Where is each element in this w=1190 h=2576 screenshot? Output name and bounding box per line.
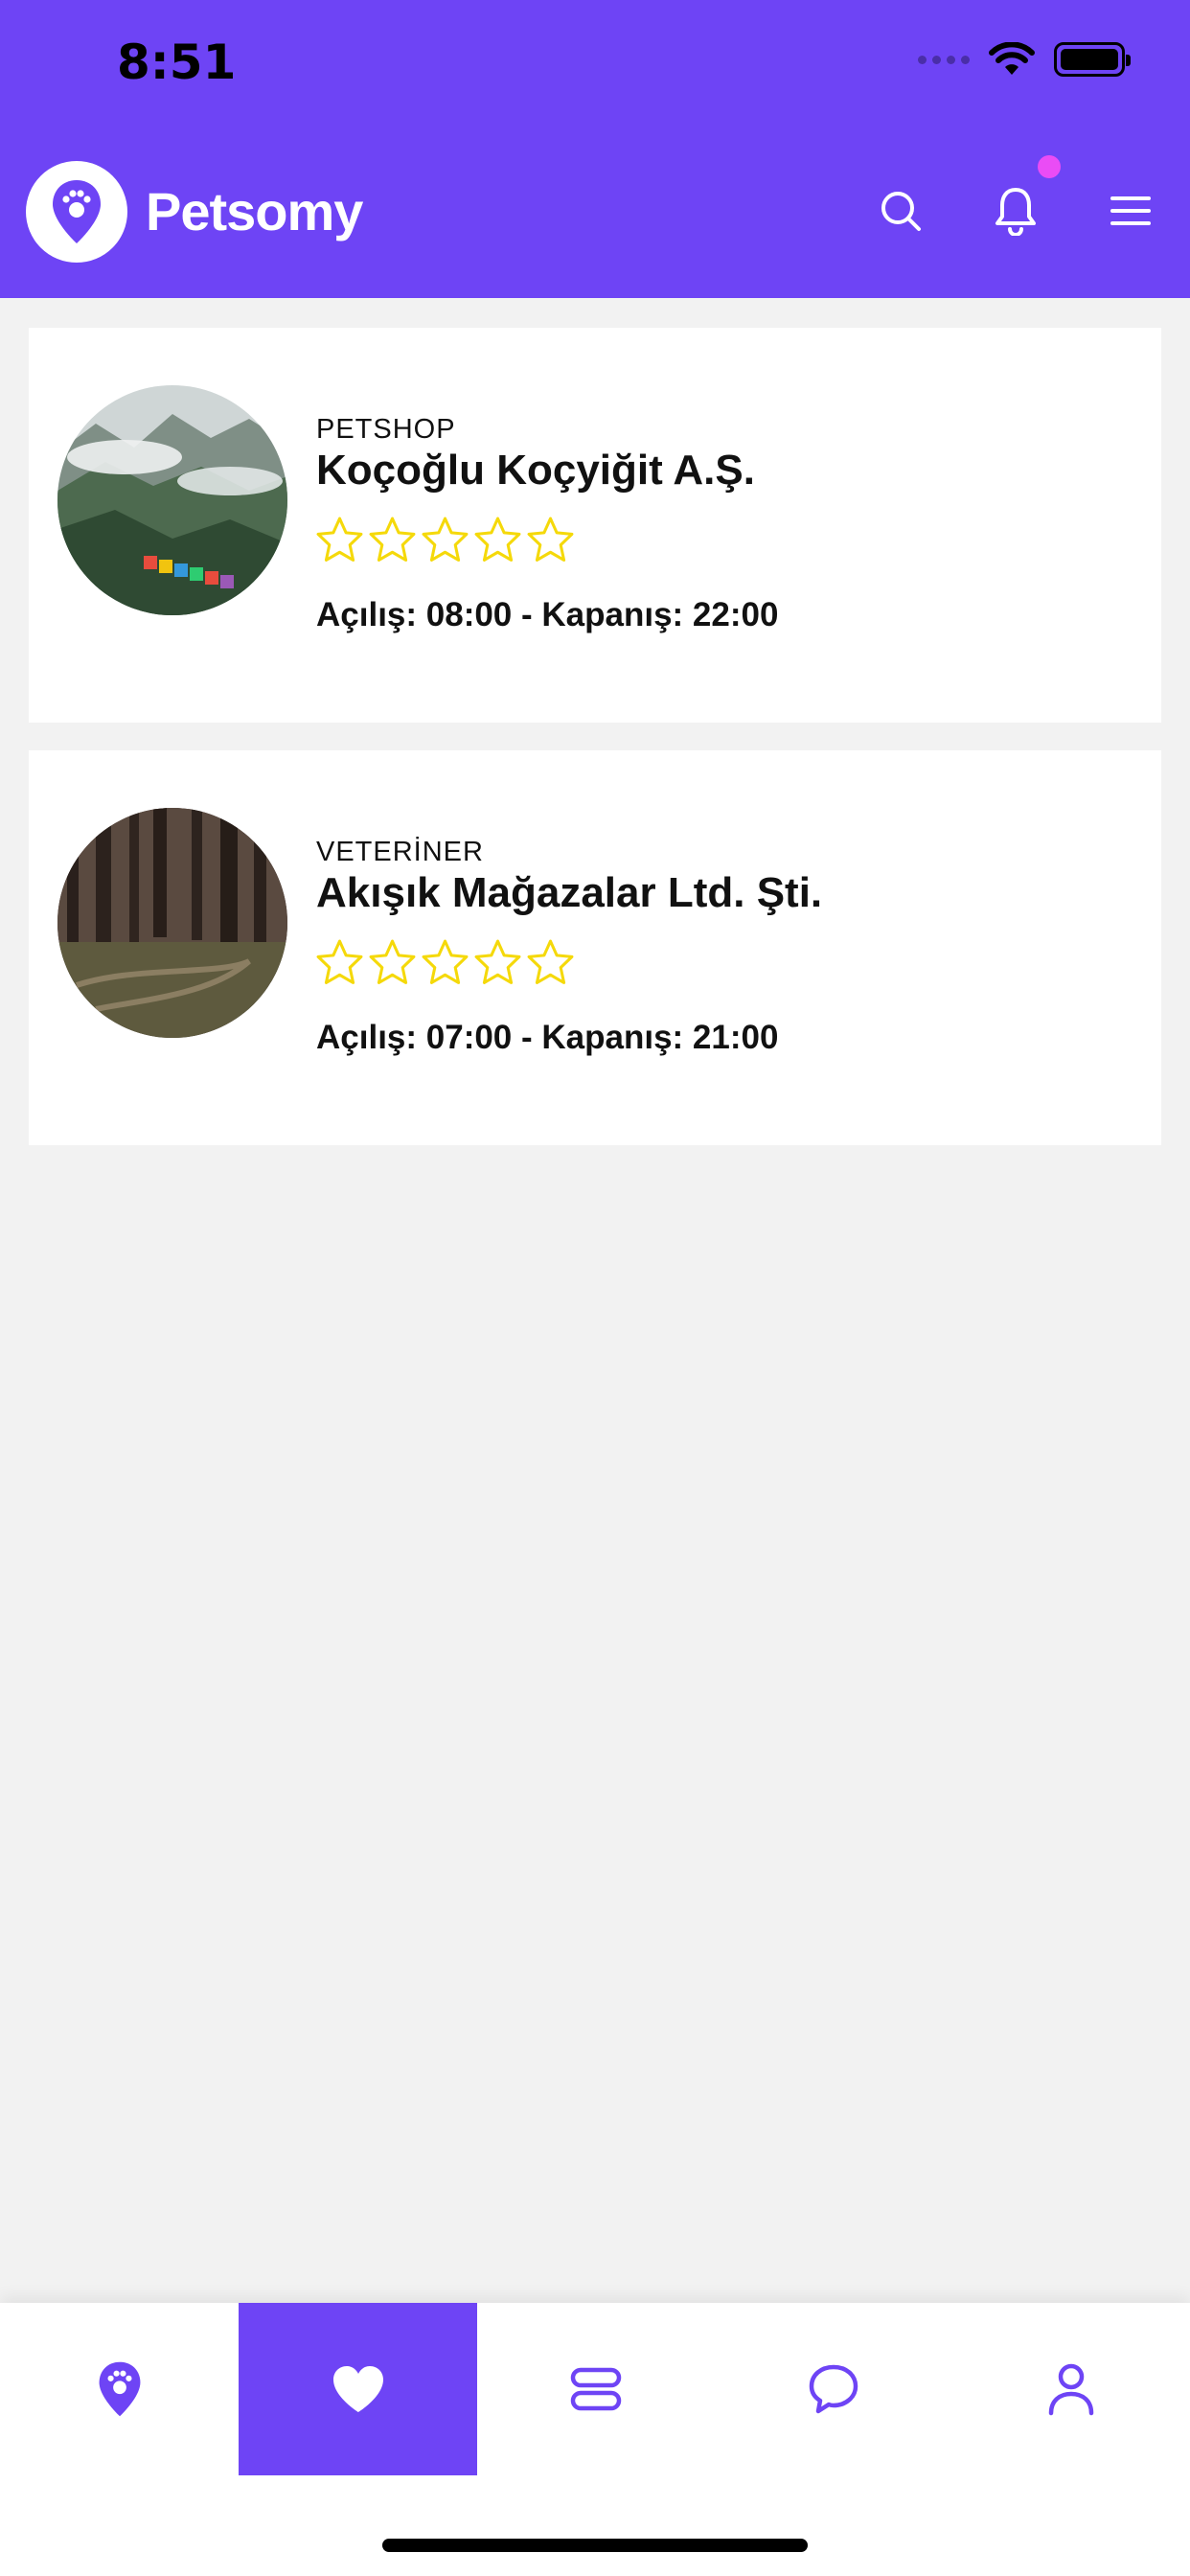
nav-item-favorites[interactable] [239, 2303, 477, 2475]
nav-item-profile[interactable] [951, 2303, 1190, 2475]
star-icon [316, 517, 363, 562]
notifications-button[interactable] [987, 182, 1044, 240]
nav-item-list[interactable] [476, 2303, 715, 2475]
menu-icon [1110, 196, 1151, 225]
cellular-signal-icon [918, 55, 970, 64]
heart-icon [332, 2366, 383, 2412]
search-icon [881, 192, 921, 231]
listing-photo [57, 808, 287, 1038]
rating-stars [314, 937, 576, 988]
screen: 8:51 Petsomy PETSHOP Koçoğlu Koçyiğit A.… [0, 0, 1190, 2576]
user-icon [1048, 2363, 1093, 2416]
nav-item-messages[interactable] [714, 2303, 952, 2475]
map-pin-paw-icon [99, 2361, 140, 2417]
search-button[interactable] [872, 182, 929, 240]
home-indicator[interactable] [382, 2539, 808, 2552]
app-header: 8:51 Petsomy [0, 0, 1190, 298]
listing-title: Akışık Mağazalar Ltd. Şti. [316, 869, 823, 916]
app-logo[interactable] [26, 161, 127, 263]
star-icon [474, 939, 521, 984]
star-icon [527, 517, 574, 562]
listing-card[interactable]: PETSHOP Koçoğlu Koçyiğit A.Ş. Açılış: 08… [29, 328, 1161, 723]
menu-button[interactable] [1102, 182, 1159, 240]
star-icon [422, 517, 469, 562]
star-icon [474, 517, 521, 562]
list-icon [570, 2367, 621, 2411]
battery-icon [1054, 42, 1131, 77]
bottom-nav [0, 2303, 1190, 2576]
bell-icon [995, 188, 1036, 236]
star-icon [527, 939, 574, 984]
star-icon [422, 939, 469, 984]
listing-title: Koçoğlu Koçyiğit A.Ş. [316, 447, 755, 494]
chat-bubble-icon [809, 2364, 858, 2414]
star-icon [369, 939, 416, 984]
notification-badge [1038, 155, 1061, 178]
listing-photo [57, 385, 287, 615]
listing-category: PETSHOP [316, 414, 456, 445]
listing-card[interactable]: VETERİNER Akışık Mağazalar Ltd. Şti. Açı… [29, 750, 1161, 1145]
listing-category: VETERİNER [316, 837, 484, 867]
nav-item-map[interactable] [0, 2303, 239, 2475]
status-time: 8:51 [117, 34, 237, 90]
star-icon [369, 517, 416, 562]
listing-hours: Açılış: 07:00 - Kapanış: 21:00 [316, 1019, 779, 1056]
wifi-icon [989, 42, 1035, 75]
star-icon [316, 939, 363, 984]
brand-name: Petsomy [146, 181, 363, 242]
rating-stars [314, 515, 576, 565]
map-pin-paw-icon [53, 180, 101, 243]
status-icons [918, 42, 1131, 77]
listing-hours: Açılış: 08:00 - Kapanış: 22:00 [316, 596, 779, 633]
